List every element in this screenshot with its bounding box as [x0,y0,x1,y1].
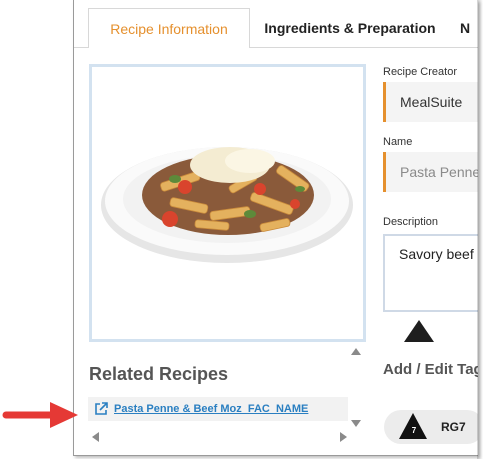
scroll-left-arrow-icon[interactable] [92,432,99,442]
scroll-right-arrow-icon[interactable] [340,432,347,442]
related-recipes-heading: Related Recipes [89,364,229,384]
recipe-creator-field[interactable]: MealSuite [383,82,478,122]
pasta-dish-picture [101,147,353,263]
related-recipe-row[interactable]: Pasta Penne & Beef Moz_FAC_NAME [88,397,348,421]
tag-triangle-icon [404,320,434,342]
tab-next-partial[interactable]: N [460,8,478,48]
recipe-creator-label: Recipe Creator [383,66,457,78]
annotation-arrow-icon [2,402,78,428]
recipe-editor-window: Recipe Information Ingredients & Prepara… [73,0,478,456]
external-link-icon[interactable] [94,402,108,416]
related-recipe-link[interactable]: Pasta Penne & Beef Moz_FAC_NAME [114,403,308,415]
name-field[interactable]: Pasta Penne [383,152,478,192]
tag-chip-number: 7 [411,426,417,435]
name-label: Name [383,136,413,148]
scroll-down-arrow-icon[interactable] [351,420,361,427]
tab-recipe-information[interactable]: Recipe Information [88,8,250,48]
tag-chip-label: RG7 [441,420,466,434]
recipe-image[interactable] [89,64,366,342]
scroll-up-arrow-icon[interactable] [351,348,361,355]
add-edit-tags-heading: Add / Edit Tag [383,361,478,378]
tab-ingredients-preparation[interactable]: Ingredients & Preparation [250,8,450,48]
description-label: Description [383,216,439,228]
description-field[interactable]: Savory beef [383,234,478,312]
